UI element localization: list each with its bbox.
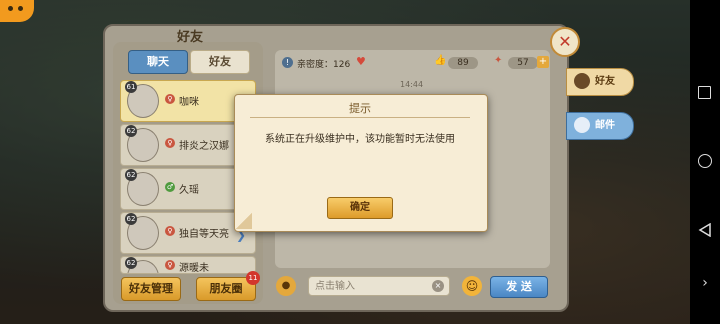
gender-icon: ♀ bbox=[165, 226, 175, 236]
level-badge: 61 bbox=[125, 81, 137, 93]
friend-name: 独自等天亮 bbox=[179, 229, 229, 240]
tab-chat[interactable]: 聊天 bbox=[128, 50, 188, 74]
chevron-right-icon[interactable]: › bbox=[698, 276, 712, 290]
intimacy-label: 亲密度：126 bbox=[297, 60, 351, 70]
microphone-icon[interactable]: ● bbox=[276, 276, 296, 296]
system-nav-bar: › bbox=[690, 0, 720, 324]
page-curl-decoration bbox=[236, 213, 252, 229]
dialog-title: 提示 bbox=[349, 102, 371, 115]
gender-icon: ♀ bbox=[165, 94, 175, 104]
level-badge: 62 bbox=[125, 257, 137, 269]
like-count: 89 bbox=[448, 57, 478, 69]
chat-input[interactable]: 点击输入 bbox=[308, 276, 450, 296]
info-icon[interactable]: ! bbox=[282, 57, 293, 68]
app-logo-icon bbox=[0, 0, 34, 22]
recent-apps-icon[interactable] bbox=[698, 86, 711, 99]
friend-name: 源暖未 bbox=[179, 263, 209, 274]
gift-count: 57 bbox=[508, 57, 538, 69]
send-button[interactable]: 发 送 bbox=[490, 276, 548, 298]
gender-icon: ♀ bbox=[165, 260, 175, 270]
gender-icon: ♂ bbox=[165, 182, 175, 192]
divider bbox=[250, 117, 470, 118]
emoji-icon[interactable]: ☺ bbox=[462, 276, 482, 296]
message-timestamp: 14:44 bbox=[400, 80, 424, 89]
gender-icon: ♀ bbox=[165, 138, 175, 148]
heart-icon: ♥ bbox=[356, 55, 366, 68]
tab-friends[interactable]: 好友 bbox=[190, 50, 250, 74]
friend-name: 咖咪 bbox=[179, 97, 199, 108]
home-icon[interactable] bbox=[698, 154, 712, 168]
level-badge: 62 bbox=[125, 169, 137, 181]
friend-row[interactable]: 62 ♀ 源暖未 bbox=[120, 256, 256, 274]
level-badge: 62 bbox=[125, 125, 137, 137]
friends-icon bbox=[574, 73, 590, 89]
mail-icon bbox=[574, 117, 590, 133]
gift-icon: ✦ bbox=[494, 55, 503, 66]
confirm-button[interactable]: 确定 bbox=[327, 197, 393, 219]
thumbs-up-icon: 👍 bbox=[434, 55, 447, 66]
level-badge: 62 bbox=[125, 213, 137, 225]
friend-name: 排炎之汉娜 bbox=[179, 141, 229, 152]
friend-name: 久瑶 bbox=[179, 185, 199, 196]
clear-icon[interactable]: × bbox=[432, 280, 444, 292]
dialog-message: 系统正在升级维护中，该功能暂时无法使用 bbox=[265, 134, 455, 145]
back-icon[interactable] bbox=[698, 222, 712, 238]
close-icon[interactable]: ✕ bbox=[550, 27, 580, 57]
panel-title: 好友 bbox=[176, 30, 203, 45]
plus-icon[interactable]: + bbox=[537, 56, 549, 68]
notification-badge: 11 bbox=[246, 271, 260, 285]
friend-manage-button[interactable]: 好友管理 bbox=[121, 277, 181, 301]
